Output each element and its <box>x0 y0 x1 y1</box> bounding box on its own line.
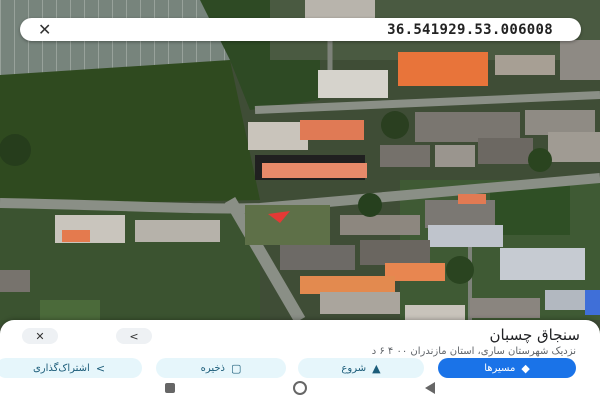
directions-icon: ◆ <box>521 361 530 375</box>
search-bar[interactable]: ✕ 36.541929.53.006008 <box>20 18 581 41</box>
home-icon[interactable] <box>293 380 307 395</box>
share-button[interactable]: < <box>116 328 152 344</box>
bookmark-icon: ▢ <box>231 361 242 375</box>
close-sheet-button[interactable]: ✕ <box>22 328 58 344</box>
close-icon: ✕ <box>35 329 45 343</box>
start-label: شروع <box>341 362 367 374</box>
save-label: ذخیره <box>200 362 225 374</box>
coordinates-text[interactable]: 36.541929.53.006008 <box>387 22 553 38</box>
close-icon[interactable]: ✕ <box>38 21 51 38</box>
back-icon[interactable] <box>425 381 435 394</box>
share-label: اشتراک‌گذاری <box>32 362 90 374</box>
share-icon: < <box>129 329 139 343</box>
recent-apps-icon[interactable] <box>165 382 175 393</box>
place-title: سنجاق چسبان <box>489 326 580 344</box>
system-navigation-bar <box>0 375 600 400</box>
routes-label: مسیرها <box>484 362 516 374</box>
share-icon: < <box>95 361 106 375</box>
navigation-arrow-icon: ▲ <box>372 361 381 375</box>
place-subtitle: نزدیک شهرستان ساری، استان مازندران ۰۰ ۴ … <box>371 346 576 357</box>
